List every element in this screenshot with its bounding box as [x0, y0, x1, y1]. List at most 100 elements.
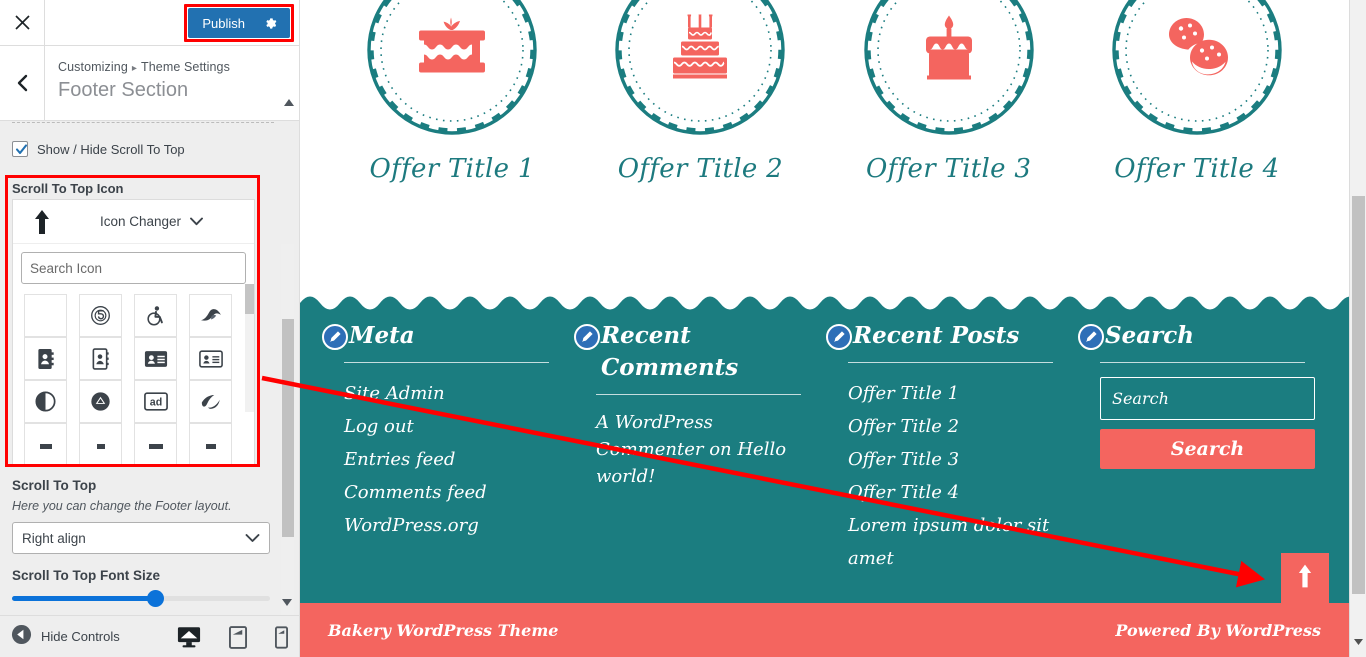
slider-fill [12, 596, 155, 601]
device-desktop-button[interactable] [177, 626, 201, 648]
hide-controls-button[interactable]: Hide Controls [11, 624, 120, 650]
checkbox-box[interactable] [12, 141, 28, 157]
address-card-icon[interactable] [134, 337, 177, 380]
alignment-select[interactable]: Right align [12, 522, 270, 554]
customizer-titles: Customizing ▸ Theme Settings Footer Sectio… [45, 46, 230, 120]
ad-icon[interactable]: ad [134, 380, 177, 423]
publish-highlight-box: Publish [184, 4, 294, 42]
breadcrumb: Customizing ▸ Theme Settings [58, 60, 230, 74]
offer-badge [362, 0, 543, 140]
address-book-outline-icon[interactable] [79, 337, 122, 380]
sidebar-scrollbar-thumb[interactable] [282, 319, 294, 537]
customizer-topbar: Publish [0, 0, 299, 46]
preview-scrollbar[interactable] [1349, 0, 1366, 657]
adjust-icon[interactable] [24, 380, 67, 423]
accusoft-icon[interactable] [189, 294, 232, 337]
scroll-to-top-control-group: Scroll To Top Here you can change the Fo… [12, 478, 274, 607]
recent-comment-text[interactable]: A WordPress Commenter on Hello world! [596, 409, 811, 490]
page-title: Footer Section [58, 79, 189, 101]
icon-cell-blank[interactable] [24, 294, 67, 337]
chevron-down-icon[interactable] [190, 214, 203, 229]
cake-with-cherry-icon [415, 17, 489, 84]
publish-label: Publish [202, 15, 245, 31]
list-item[interactable]: Site Admin [344, 377, 552, 410]
icon-changer-label: Icon Changer [99, 214, 182, 229]
icon-changer-toggle[interactable]: Icon Changer [13, 200, 254, 244]
sidebar-scrollbar[interactable] [281, 244, 294, 615]
offer-title: Offer Title 4 [1114, 154, 1280, 184]
offer-card[interactable]: Offer Title 2 [585, 0, 815, 184]
list-item[interactable]: WordPress.org [344, 509, 552, 542]
list-item[interactable]: Offer Title 2 [848, 410, 1056, 443]
widget-link-list: Offer Title 1 Offer Title 2 Offer Title … [848, 377, 1056, 575]
list-item[interactable]: Log out [344, 410, 552, 443]
scroll-down-arrow-icon[interactable] [280, 595, 294, 609]
list-item[interactable]: Offer Title 4 [848, 476, 1056, 509]
icon-grid-scrollbar[interactable] [245, 284, 254, 412]
gear-icon[interactable] [263, 16, 278, 31]
offer-card[interactable]: Offer Title 4 [1082, 0, 1312, 184]
customizer-screen: Publish Customizing ▸ Theme Settings Foo… [0, 0, 1366, 657]
publish-button[interactable]: Publish [188, 8, 290, 38]
partial-icon-cell-4[interactable] [189, 423, 232, 466]
cookies-icon [1161, 17, 1233, 84]
alignment-selected-value: Right align [22, 530, 86, 546]
address-book-icon[interactable] [24, 337, 67, 380]
offer-badge [1106, 0, 1287, 140]
footer-widgets: Meta Site Admin Log out Entries feed Com… [322, 320, 1332, 575]
widget-title: Search [1105, 322, 1194, 349]
widget-title: Meta [349, 322, 415, 349]
list-item[interactable]: Comments feed [344, 476, 552, 509]
partial-icon-cell-1[interactable] [24, 423, 67, 466]
device-preview-buttons [177, 616, 288, 657]
device-mobile-button[interactable] [275, 625, 288, 649]
customizer-sidebar: Publish Customizing ▸ Theme Settings Foo… [0, 0, 300, 657]
partial-icon-cell-3[interactable] [134, 423, 177, 466]
breadcrumb-parent[interactable]: Theme Settings [141, 60, 230, 74]
search-submit-button[interactable]: Search [1100, 429, 1315, 469]
back-button[interactable] [0, 46, 45, 120]
slider-handle[interactable] [147, 590, 164, 607]
edit-pencil-icon[interactable] [322, 324, 348, 350]
search-input[interactable] [1100, 377, 1315, 420]
footer-widget-search: Search Search [1078, 320, 1330, 575]
address-card-outline-icon[interactable] [189, 337, 232, 380]
adversal-icon[interactable] [79, 380, 122, 423]
offer-title: Offer Title 1 [369, 154, 535, 184]
scroll-to-top-button[interactable] [1281, 553, 1329, 603]
edit-pencil-icon[interactable] [1078, 324, 1104, 350]
five-hundred-px-icon[interactable] [79, 294, 122, 337]
widget-title-row: Recent Comments [574, 320, 804, 384]
search-input[interactable] [21, 252, 246, 284]
chevron-down-icon[interactable] [245, 531, 260, 546]
list-item[interactable]: Lorem ipsum dolor sit amet [848, 509, 1056, 575]
device-tablet-button[interactable] [229, 625, 247, 649]
customizer-footer-bar: Hide Controls [0, 615, 299, 657]
offer-card[interactable]: Offer Title 1 [337, 0, 567, 184]
offer-card[interactable]: Offer Title 3 [834, 0, 1064, 184]
edit-pencil-icon[interactable] [574, 324, 600, 350]
edit-pencil-icon[interactable] [826, 324, 852, 350]
accessible-icon[interactable] [134, 294, 177, 337]
show-hide-scroll-to-top-checkbox[interactable]: Show / Hide Scroll To Top [12, 141, 185, 157]
preview-scrollbar-thumb[interactable] [1352, 196, 1365, 594]
offers-row: Offer Title 1 Offer Title 2 Offer Title … [300, 0, 1349, 300]
partial-icon-cell-2[interactable] [79, 423, 122, 466]
list-item[interactable]: Offer Title 3 [848, 443, 1056, 476]
widget-rule [1100, 362, 1305, 363]
breadcrumb-root[interactable]: Customizing [58, 60, 128, 74]
icon-changer-label-wrap: Icon Changer [71, 214, 254, 229]
scroll-up-arrow-icon[interactable] [282, 96, 296, 110]
icon-grid-scrollbar-thumb[interactable] [245, 284, 254, 314]
close-icon[interactable] [0, 0, 45, 45]
list-item[interactable]: Offer Title 1 [848, 377, 1056, 410]
offer-title: Offer Title 2 [617, 154, 783, 184]
list-item[interactable]: Entries feed [344, 443, 552, 476]
affiliatetheme-icon[interactable] [189, 380, 232, 423]
icon-grid[interactable]: ad [24, 294, 246, 466]
copyright-left-text: Bakery WordPress Theme [328, 620, 559, 640]
scrollbar-down-arrow-icon[interactable] [1353, 633, 1364, 651]
cake-with-candle-icon [915, 14, 983, 87]
caret-left-circle-icon[interactable] [11, 624, 32, 650]
font-size-slider[interactable] [12, 590, 270, 607]
